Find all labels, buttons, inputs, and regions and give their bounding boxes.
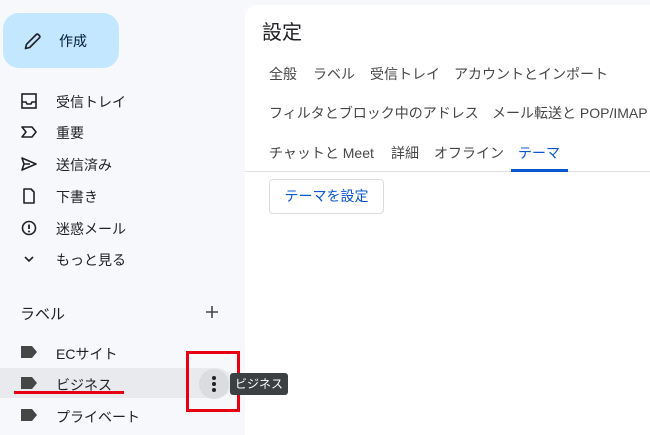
label-icon [21, 346, 37, 358]
tab-forwarding-pop-imap[interactable]: メール転送と POP/IMAP [492, 103, 648, 123]
nav-label: 下書き [56, 189, 98, 205]
pencil-icon [24, 33, 41, 50]
sidebar: 作成 受信トレイ 重要 送信済み 下書き 迷惑メール もっと見る ラベル ECサ… [0, 0, 245, 435]
tab-advanced[interactable]: 詳細 [391, 143, 419, 163]
label-icon [21, 377, 37, 389]
annotation-underline [14, 391, 124, 394]
active-tab-indicator [511, 169, 568, 172]
label-item-name: ECサイト [56, 346, 118, 362]
spam-icon [21, 220, 37, 236]
tabs-divider [245, 171, 650, 172]
tab-offline[interactable]: オフライン [434, 143, 504, 163]
tab-labels[interactable]: ラベル [313, 64, 355, 84]
nav-item-more[interactable]: もっと見る [0, 244, 245, 272]
page-title: 設定 [262, 22, 302, 44]
plus-icon[interactable] [202, 302, 222, 322]
nav-label: 受信トレイ [56, 94, 126, 110]
nav-label: 重要 [56, 125, 84, 141]
tab-chat-meet[interactable]: チャットと Meet [269, 143, 374, 163]
nav-item-sent[interactable]: 送信済み [0, 149, 245, 177]
nav-item-drafts[interactable]: 下書き [0, 181, 245, 209]
send-icon [21, 157, 37, 171]
inbox-icon [21, 93, 37, 109]
compose-label: 作成 [59, 33, 87, 49]
chevron-down-icon [24, 256, 34, 263]
tab-accounts-import[interactable]: アカウントとインポート [454, 64, 608, 84]
compose-button[interactable]: 作成 [3, 13, 119, 68]
nav-label: 送信済み [56, 157, 112, 173]
tab-inbox[interactable]: 受信トレイ [370, 64, 440, 84]
nav-item-important[interactable]: 重要 [0, 117, 245, 145]
set-theme-button[interactable]: テーマを設定 [269, 179, 384, 214]
important-icon [21, 126, 37, 138]
labels-heading: ラベル [20, 306, 66, 323]
label-tooltip: ビジネス [230, 373, 289, 395]
settings-panel: 設定 全般 ラベル 受信トレイ アカウントとインポート フィルタとブロック中のア… [245, 5, 650, 435]
label-icon [21, 409, 37, 421]
tab-general[interactable]: 全般 [269, 64, 297, 84]
nav-label: 迷惑メール [56, 221, 126, 237]
tab-themes[interactable]: テーマ [518, 143, 560, 163]
nav-label: もっと見る [56, 252, 126, 268]
tab-filters-blocked[interactable]: フィルタとブロック中のアドレス [269, 103, 479, 123]
nav-item-spam[interactable]: 迷惑メール [0, 213, 245, 241]
nav-item-inbox[interactable]: 受信トレイ [0, 86, 245, 114]
label-item-name: プライベート [56, 409, 140, 425]
draft-icon [23, 188, 35, 204]
